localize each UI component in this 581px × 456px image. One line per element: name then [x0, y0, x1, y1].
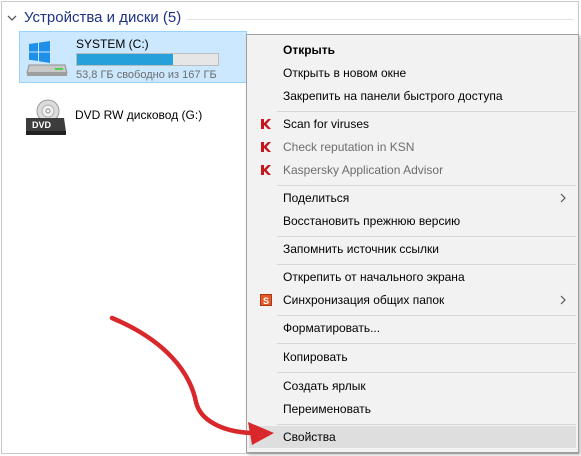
- chevron-right-icon: [560, 193, 566, 203]
- svg-text:S: S: [263, 296, 269, 306]
- drive-c-usage-bar: [76, 53, 219, 66]
- menu-separator: [277, 372, 576, 373]
- menu-item-kaspersky-advisor[interactable]: Kaspersky Application Advisor: [249, 159, 576, 181]
- context-menu: Открыть Открыть в новом окне Закрепить н…: [246, 34, 579, 453]
- menu-item-open[interactable]: Открыть: [249, 39, 576, 61]
- chevron-down-icon[interactable]: [6, 12, 18, 24]
- drive-c-name: SYSTEM (C:): [76, 37, 149, 51]
- drive-g-item[interactable]: DVD DVD RW дисковод (G:): [19, 91, 247, 143]
- menu-item-open-new-window[interactable]: Открыть в новом окне: [249, 62, 576, 84]
- menu-item-copy[interactable]: Копировать: [249, 346, 576, 368]
- windows-drive-icon: [26, 41, 68, 76]
- dvd-icon-label: DVD: [32, 120, 52, 130]
- drive-c-item[interactable]: SYSTEM (C:) 53,8 ГБ свободно из 167 ГБ: [19, 31, 247, 83]
- group-divider: [187, 19, 574, 20]
- menu-item-unpin-start[interactable]: Открепить от начального экрана: [249, 266, 576, 288]
- menu-item-pin-quick-access[interactable]: Закрепить на панели быстрого доступа: [249, 85, 576, 107]
- drive-c-usage-fill: [77, 54, 173, 65]
- explorer-pane: Устройства и диски (5) SYSTEM (C:) 53,8 …: [1, 1, 579, 454]
- menu-separator: [277, 236, 576, 237]
- menu-separator: [277, 111, 576, 112]
- dvd-drive-icon: DVD: [26, 99, 66, 135]
- kaspersky-icon: [261, 119, 271, 129]
- menu-item-properties[interactable]: Свойства: [249, 426, 576, 448]
- menu-item-sync-shared-folders[interactable]: S Синхронизация общих папок: [249, 289, 576, 311]
- menu-separator: [277, 185, 576, 186]
- menu-item-share[interactable]: Поделиться: [249, 187, 576, 209]
- menu-item-restore-version[interactable]: Восстановить прежнюю версию: [249, 210, 576, 232]
- kaspersky-icon: [261, 165, 271, 175]
- devices-group-header[interactable]: Устройства и диски (5): [2, 8, 580, 28]
- menu-separator: [277, 264, 576, 265]
- menu-separator: [277, 424, 576, 425]
- menu-separator: [277, 315, 576, 316]
- kaspersky-icon: [261, 142, 271, 152]
- menu-item-create-shortcut[interactable]: Создать ярлык: [249, 375, 576, 397]
- chevron-right-icon: [560, 295, 566, 305]
- drive-c-free-space: 53,8 ГБ свободно из 167 ГБ: [76, 69, 217, 81]
- menu-item-rename[interactable]: Переименовать: [249, 398, 576, 420]
- menu-separator: [277, 343, 576, 344]
- menu-item-scan-viruses[interactable]: Scan for viruses: [249, 113, 576, 135]
- menu-item-check-ksn[interactable]: Check reputation in KSN: [249, 136, 576, 158]
- menu-item-remember-link-source[interactable]: Запомнить источник ссылки: [249, 238, 576, 260]
- menu-item-format[interactable]: Форматировать...: [249, 317, 576, 339]
- sync-icon: S: [260, 294, 272, 306]
- group-title: Устройства и диски (5): [24, 9, 182, 26]
- drive-g-name: DVD RW дисковод (G:): [75, 108, 203, 122]
